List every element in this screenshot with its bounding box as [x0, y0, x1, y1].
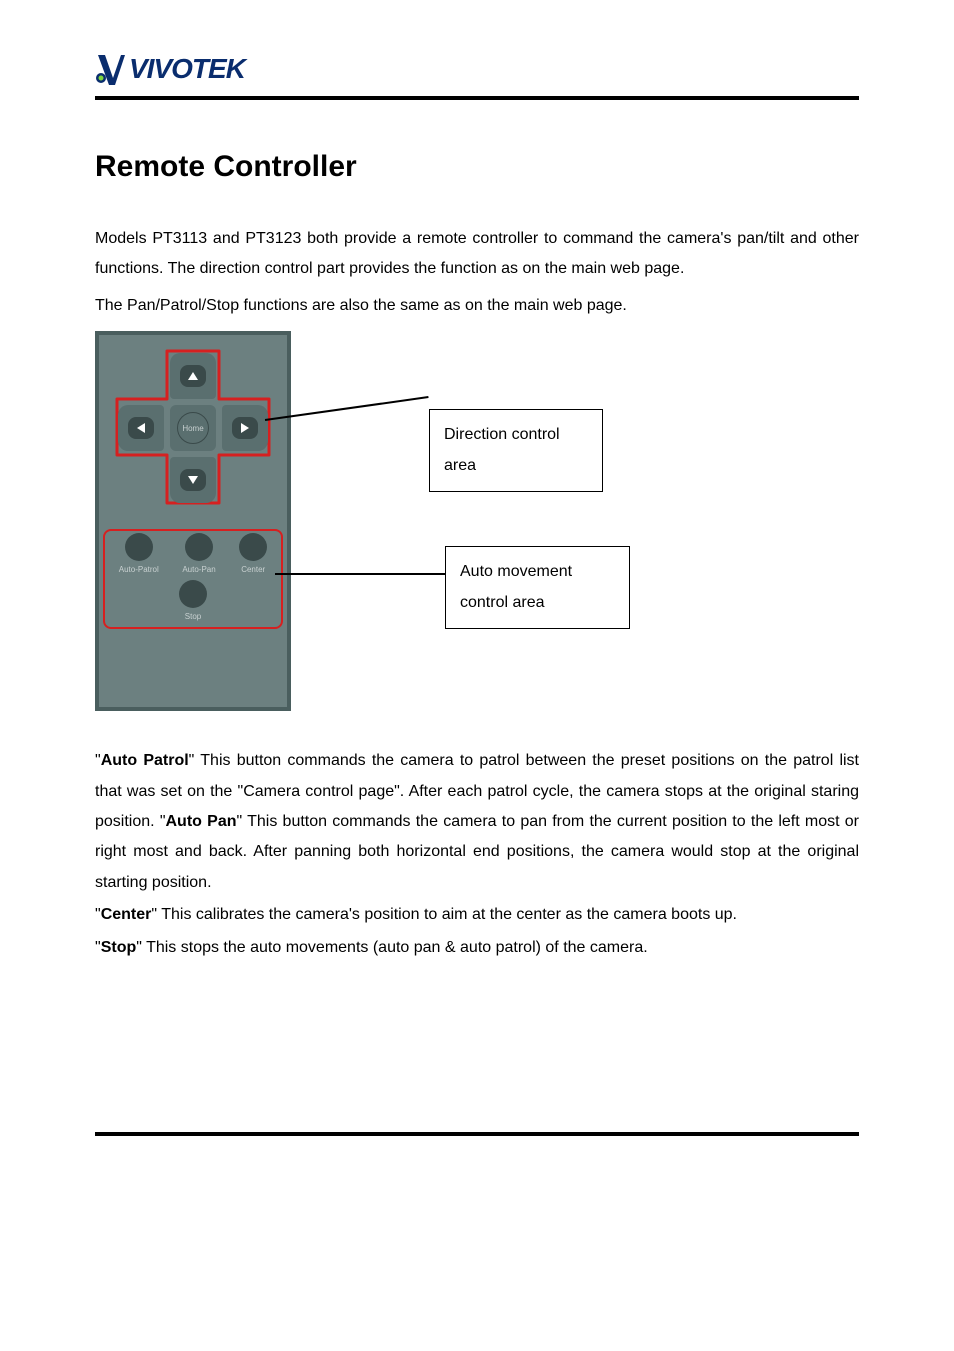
sub-intro-paragraph: The Pan/Patrol/Stop functions are also t… [95, 291, 859, 321]
stop-icon [179, 580, 207, 608]
arrow-left-icon [128, 417, 154, 439]
logo-icon [95, 50, 125, 88]
dpad-left-button[interactable] [118, 405, 164, 451]
text-stop: " This stops the auto movements (auto pa… [136, 939, 647, 956]
auto-pan-button[interactable]: Auto-Pan [182, 533, 215, 574]
bold-auto-pan: Auto Pan [166, 813, 237, 830]
logo: VIVOTEK [95, 50, 859, 88]
description-auto-patrol-pan: "Auto Patrol" This button commands the c… [95, 746, 859, 898]
header-divider [95, 96, 859, 100]
auto-controls: Auto-Patrol Auto-Pan Center Stop [99, 527, 287, 627]
dpad-down-button[interactable] [170, 457, 216, 503]
remote-panel: Home Auto-Patrol Auto-Pan Ce [95, 331, 291, 711]
auto-pan-icon [185, 533, 213, 561]
home-button-label: Home [177, 412, 209, 444]
logo-text: VIVOTEK [129, 53, 245, 85]
callout-direction: Direction control area [429, 409, 603, 492]
dpad-home-button[interactable]: Home [170, 405, 216, 451]
auto-patrol-icon [125, 533, 153, 561]
arrow-up-icon [180, 365, 206, 387]
arrow-down-icon [180, 469, 206, 491]
center-label: Center [241, 565, 265, 574]
auto-patrol-label: Auto-Patrol [119, 565, 159, 574]
logo-area: VIVOTEK [95, 50, 859, 88]
connector-line-2 [275, 573, 445, 575]
bold-auto-patrol: Auto Patrol [101, 752, 189, 769]
arrow-right-icon [232, 417, 258, 439]
bold-center: Center [101, 906, 152, 923]
center-icon [239, 533, 267, 561]
auto-patrol-button[interactable]: Auto-Patrol [119, 533, 159, 574]
description-center: "Center" This calibrates the camera's po… [95, 900, 859, 930]
dpad-right-button[interactable] [222, 405, 268, 451]
auto-pan-label: Auto-Pan [182, 565, 215, 574]
stop-button[interactable]: Stop [179, 580, 207, 621]
bold-stop: Stop [101, 939, 137, 956]
page-title: Remote Controller [95, 150, 859, 184]
dpad-up-button[interactable] [170, 353, 216, 399]
diagram-area: Home Auto-Patrol Auto-Pan Ce [95, 331, 859, 716]
description-stop: "Stop" This stops the auto movements (au… [95, 933, 859, 963]
dpad-container: Home [118, 353, 268, 503]
stop-label: Stop [185, 612, 201, 621]
footer-divider [95, 1132, 859, 1136]
callout-auto: Auto movement control area [445, 546, 630, 629]
center-button[interactable]: Center [239, 533, 267, 574]
text-center: " This calibrates the camera's position … [151, 906, 737, 923]
intro-paragraph: Models PT3113 and PT3123 both provide a … [95, 224, 859, 285]
